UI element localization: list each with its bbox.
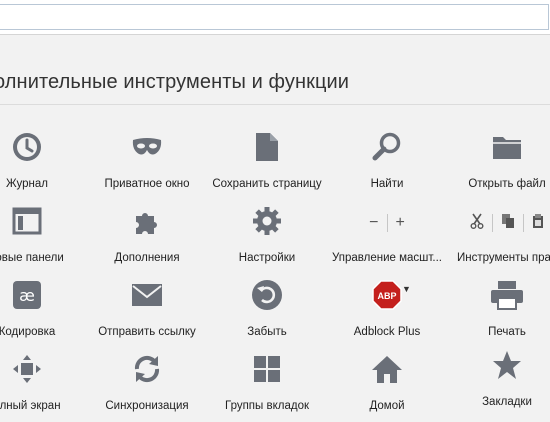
tool-label: Adblock Plus <box>353 326 421 338</box>
abp-icon: ABP ▼ <box>328 278 446 312</box>
tool-label: Настройки <box>238 252 296 264</box>
fullscreen-icon <box>0 352 86 386</box>
tool-label: Закладки <box>482 396 532 408</box>
tool-encoding[interactable]: æ Кодировка <box>0 278 86 344</box>
tool-label: Домой <box>369 400 405 412</box>
tool-label: Синхронизация <box>105 400 189 412</box>
clock-icon <box>0 130 86 164</box>
tool-bookmarks[interactable]: Закладки <box>448 348 550 414</box>
tool-print[interactable]: Печать <box>448 278 550 344</box>
forget-icon <box>208 278 326 312</box>
edit-divider <box>523 214 524 232</box>
home-icon <box>328 352 446 386</box>
sync-icon <box>88 352 206 386</box>
page-icon <box>208 130 326 164</box>
tools-grid: Журнал Приватное окно Сохранить страницу… <box>0 0 550 422</box>
star-icon <box>448 348 550 382</box>
gear-icon <box>208 204 326 238</box>
tool-label: Забыть <box>247 326 287 338</box>
folder-icon <box>448 130 550 164</box>
tool-label: Группы вкладок <box>224 400 310 412</box>
zoom-divider <box>386 214 388 232</box>
copy-icon[interactable] <box>501 213 515 234</box>
tool-save-page[interactable]: Сохранить страницу <box>208 130 326 196</box>
abp-badge-text: ABP <box>377 291 396 301</box>
tool-history[interactable]: Журнал <box>0 130 86 196</box>
tool-tab-groups[interactable]: Группы вкладок <box>208 352 326 418</box>
tool-sidebars[interactable]: ковые панели <box>0 204 86 270</box>
envelope-icon <box>88 278 206 312</box>
tool-label: Открыть файл <box>468 178 546 190</box>
tool-fullscreen[interactable]: олный экран <box>0 352 86 418</box>
tool-settings[interactable]: Настройки <box>208 204 326 270</box>
printer-icon <box>448 278 550 312</box>
tool-sync[interactable]: Синхронизация <box>88 352 206 418</box>
tool-label: Инструменты прав <box>456 252 550 264</box>
edit-controls-icon <box>448 212 550 234</box>
tool-label: Найти <box>370 178 404 190</box>
encoding-icon: æ <box>0 278 86 312</box>
sidebar-icon <box>0 204 86 238</box>
tool-private-window[interactable]: Приватное окно <box>88 130 206 196</box>
chevron-down-icon[interactable]: ▼ <box>402 284 411 294</box>
tool-label: Приватное окно <box>104 178 190 190</box>
cut-icon[interactable] <box>470 213 484 234</box>
zoom-out-button[interactable]: − <box>369 214 378 232</box>
puzzle-icon <box>88 204 206 238</box>
tool-label: Отправить ссылку <box>98 326 196 338</box>
tool-forget[interactable]: Забыть <box>208 278 326 344</box>
tool-label: Дополнения <box>114 252 180 264</box>
tool-label: Сохранить страницу <box>212 178 322 190</box>
tool-zoom-controls: − + Управление масшт... <box>328 204 446 270</box>
tool-edit-controls: Инструменты прав <box>448 204 550 270</box>
mask-icon <box>88 130 206 164</box>
tool-home[interactable]: Домой <box>328 352 446 418</box>
tool-adblock-plus[interactable]: ABP ▼ Adblock Plus <box>328 278 446 344</box>
tool-open-file[interactable]: Открыть файл <box>448 130 550 196</box>
tool-label: Управление масшт... <box>332 252 442 264</box>
tool-find[interactable]: Найти <box>328 130 446 196</box>
edit-divider <box>492 214 493 232</box>
magnifier-icon <box>328 130 446 164</box>
tool-addons[interactable]: Дополнения <box>88 204 206 270</box>
tool-email-link[interactable]: Отправить ссылку <box>88 278 206 344</box>
tab-groups-icon <box>208 352 326 386</box>
zoom-in-button[interactable]: + <box>396 214 405 232</box>
zoom-controls-icon: − + <box>328 212 446 234</box>
tool-label: Печать <box>488 326 526 338</box>
paste-icon[interactable] <box>532 213 544 234</box>
svg-text:æ: æ <box>19 286 35 305</box>
